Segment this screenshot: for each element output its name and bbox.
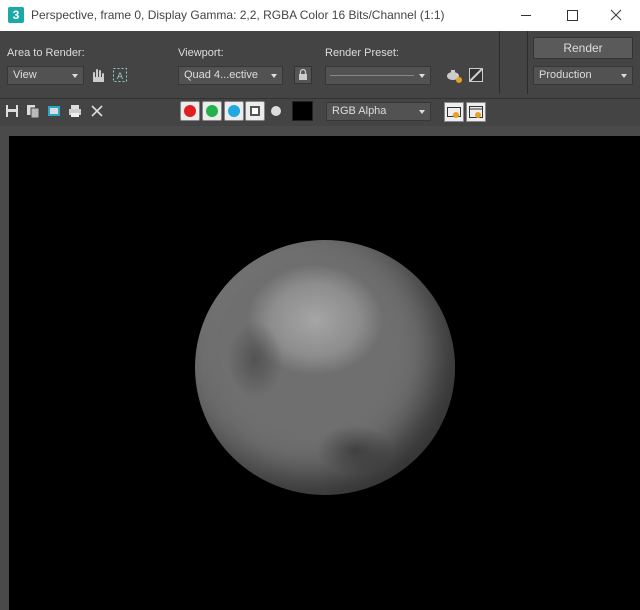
render-mode-value: Production [539, 69, 592, 81]
auto-region-button[interactable]: A [111, 66, 129, 84]
chevron-down-icon [621, 74, 627, 78]
overlay-icon [447, 107, 461, 118]
environment-icon [469, 68, 483, 82]
area-to-render-label: Area to Render: [7, 47, 85, 59]
maximize-button[interactable] [549, 0, 595, 31]
blue-dot-icon [228, 105, 240, 117]
toolbar-separator [499, 31, 500, 94]
save-image-button[interactable] [4, 103, 22, 121]
lock-viewport-button[interactable] [294, 66, 312, 84]
close-button[interactable] [594, 0, 640, 31]
display-channel-dropdown[interactable]: RGB Alpha [326, 102, 431, 121]
ui-toggle-icon [469, 106, 483, 118]
clone-frame-button[interactable] [46, 103, 64, 121]
red-dot-icon [184, 105, 196, 117]
minimize-button[interactable] [503, 0, 549, 31]
svg-text:A: A [117, 72, 124, 82]
clear-button[interactable] [89, 103, 107, 121]
viewport-dropdown[interactable]: Quad 4...ective [178, 66, 283, 85]
window-title: Perspective, frame 0, Display Gamma: 2,2… [31, 8, 445, 22]
lock-icon [299, 68, 307, 80]
area-to-render-dropdown[interactable]: View [7, 66, 84, 85]
auto-region-icon: A [113, 68, 127, 82]
print-image-button[interactable] [67, 103, 85, 121]
chevron-down-icon [271, 74, 277, 78]
clone-frame-icon [48, 106, 60, 116]
title-bar: 3 Perspective, frame 0, Display Gamma: 2… [0, 0, 640, 31]
close-icon [610, 9, 622, 21]
render-preset-dropdown[interactable] [325, 66, 431, 85]
monochrome-toggle-icon[interactable] [271, 106, 281, 116]
area-to-render-value: View [13, 69, 37, 81]
chevron-down-icon [419, 110, 425, 114]
maximize-icon [567, 10, 578, 21]
alpha-channel-toggle[interactable] [245, 101, 265, 121]
rendered-sphere [195, 240, 455, 495]
teapot-settings-icon [447, 70, 462, 83]
minimize-icon [521, 15, 531, 16]
clone-window-button[interactable] [25, 103, 43, 121]
chevron-down-icon [419, 74, 425, 78]
toggle-ui-overlays-button[interactable] [444, 102, 464, 122]
render-setup-button[interactable] [445, 66, 463, 84]
render-button[interactable]: Render [533, 37, 633, 59]
3dsmax-app-icon: 3 [8, 7, 24, 23]
close-icon [91, 105, 103, 117]
save-icon [6, 105, 18, 117]
environment-effects-button[interactable] [467, 66, 485, 84]
green-dot-icon [206, 105, 218, 117]
hand-region-icon [93, 69, 104, 82]
toggle-ui-button[interactable] [466, 102, 486, 122]
green-channel-toggle[interactable] [202, 101, 222, 121]
alpha-icon [250, 106, 260, 116]
copy-icon [27, 105, 40, 119]
chevron-down-icon [72, 74, 78, 78]
viewport-label: Viewport: [178, 47, 224, 59]
render-mode-dropdown[interactable]: Production [533, 66, 633, 85]
viewport-value: Quad 4...ective [184, 69, 258, 81]
print-icon [69, 105, 81, 117]
display-channel-value: RGB Alpha [332, 105, 387, 117]
color-swatch[interactable] [292, 101, 313, 121]
render-preset-label: Render Preset: [325, 47, 399, 59]
blue-channel-toggle[interactable] [224, 101, 244, 121]
toolbar-separator [527, 31, 528, 94]
edit-region-button[interactable] [89, 66, 107, 84]
preset-separator-line [330, 75, 414, 76]
red-channel-toggle[interactable] [180, 101, 200, 121]
